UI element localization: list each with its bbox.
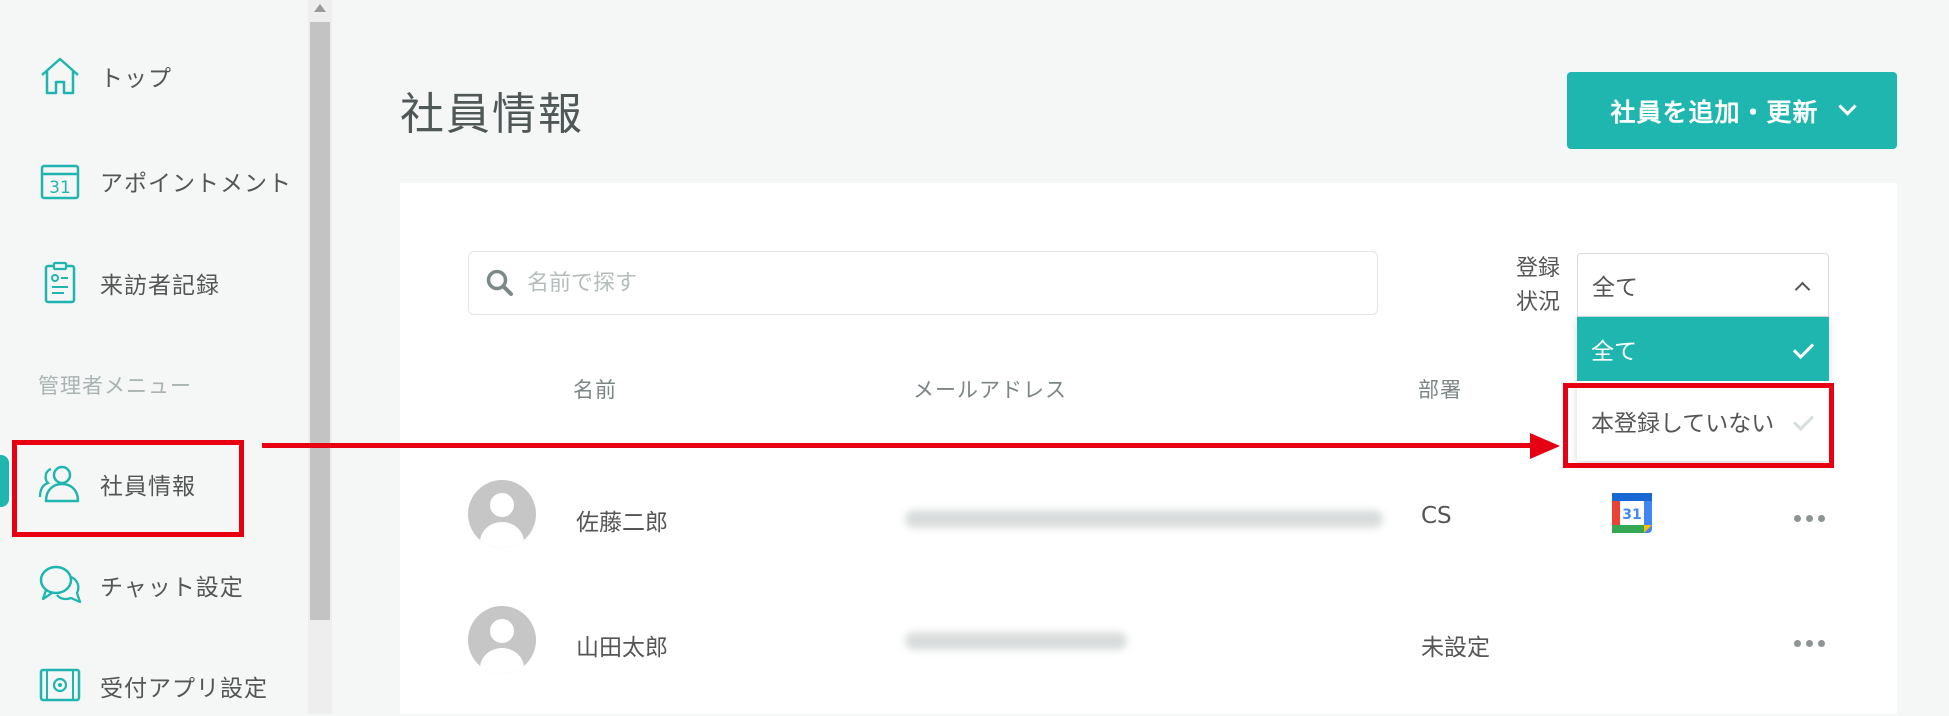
page-title: 社員情報: [400, 89, 584, 140]
check-icon: [1792, 337, 1815, 360]
annotation-arrow-line: [262, 443, 1542, 448]
svg-text:31: 31: [49, 178, 71, 198]
more-options-icon[interactable]: [1794, 515, 1825, 522]
email-redacted: [905, 632, 1127, 650]
chevron-down-icon: [1837, 97, 1857, 116]
option-label: 全て: [1591, 339, 1637, 365]
google-calendar-icon: 31: [1612, 493, 1652, 533]
sidebar-item-chat-settings[interactable]: チャット設定: [38, 555, 244, 615]
sidebar-item-label: チャット設定: [100, 575, 244, 601]
filter-label-line2: 状況: [1515, 290, 1560, 315]
column-header-department[interactable]: 部署: [1418, 374, 1462, 404]
sidebar-scrollbar[interactable]: [308, 0, 332, 714]
employee-department: CS: [1421, 503, 1452, 529]
search-icon: [485, 268, 515, 298]
annotation-box-sidebar: [12, 440, 244, 537]
sidebar-item-label: 受付アプリ設定: [100, 676, 268, 702]
select-value: 全て: [1592, 275, 1638, 301]
column-header-name[interactable]: 名前: [573, 374, 617, 404]
annotation-box-option: [1563, 383, 1834, 468]
avatar: [468, 480, 536, 548]
registration-status-select[interactable]: 全て: [1577, 253, 1829, 317]
add-update-employee-button[interactable]: 社員を追加・更新: [1567, 72, 1897, 149]
active-indicator: [0, 455, 9, 507]
add-update-employee-label: 社員を追加・更新: [1610, 97, 1819, 127]
svg-text:31: 31: [1622, 507, 1641, 523]
column-header-email[interactable]: メールアドレス: [913, 374, 1067, 404]
option-all[interactable]: 全て: [1577, 317, 1829, 381]
filter-label-line1: 登録: [1515, 256, 1560, 281]
sidebar: トップ 31 アポイントメント 来訪者記録 管理者メニュー 社員情報 チャット設…: [0, 0, 308, 714]
sidebar-item-label: アポイントメント: [100, 171, 292, 197]
email-redacted: [905, 510, 1383, 528]
registration-status-label: 登録 状況: [1513, 252, 1563, 320]
clipboard-icon: [38, 261, 82, 305]
scroll-up-arrow-icon[interactable]: [314, 4, 326, 12]
employee-name: 山田太郎: [576, 635, 668, 661]
sidebar-item-label: 来訪者記録: [100, 273, 220, 299]
chevron-up-icon: [1794, 281, 1811, 298]
chat-icon: [38, 563, 82, 607]
admin-menu-heading: 管理者メニュー: [38, 374, 192, 398]
calendar-icon: 31: [38, 159, 82, 203]
home-icon: [38, 54, 82, 98]
annotation-arrow-head: [1530, 433, 1560, 459]
sidebar-item-appointment[interactable]: 31 アポイントメント: [38, 151, 292, 211]
sidebar-item-label: トップ: [100, 66, 172, 92]
employee-department: 未設定: [1421, 635, 1490, 661]
sidebar-item-reception-app-settings[interactable]: 受付アプリ設定: [38, 656, 268, 716]
tablet-gear-icon: [38, 664, 82, 708]
sidebar-item-visitor-records[interactable]: 来訪者記録: [38, 253, 220, 313]
employee-name: 佐藤二郎: [576, 510, 668, 536]
search-input[interactable]: [525, 269, 1329, 297]
avatar: [468, 606, 536, 674]
sidebar-item-top[interactable]: トップ: [38, 46, 172, 106]
scroll-thumb[interactable]: [310, 22, 330, 620]
more-options-icon[interactable]: [1794, 640, 1825, 647]
search-box[interactable]: [468, 251, 1378, 315]
